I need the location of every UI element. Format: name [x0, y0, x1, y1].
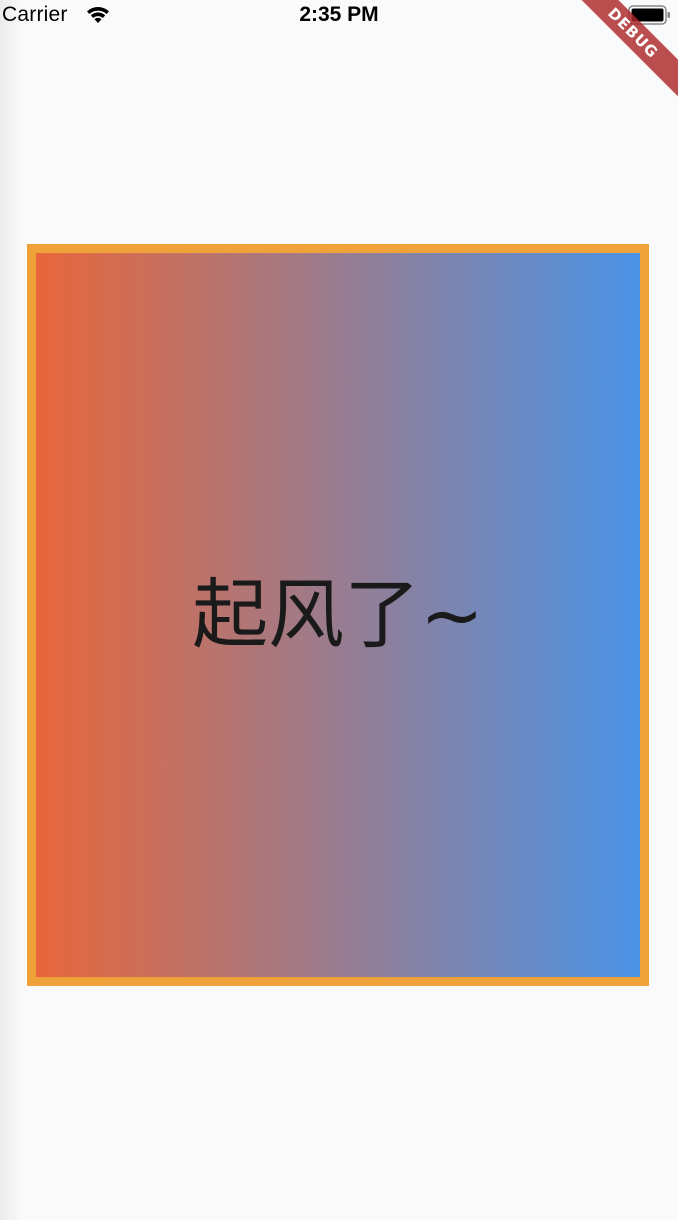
status-bar: Carrier 2:35 PM [0, 0, 678, 32]
status-time: 2:35 PM [299, 3, 379, 26]
screen-edge-shade [0, 0, 24, 1220]
gradient-container: 起风了~ [27, 244, 649, 986]
battery-icon [628, 5, 672, 25]
wind-text: 起风了~ [192, 570, 484, 659]
